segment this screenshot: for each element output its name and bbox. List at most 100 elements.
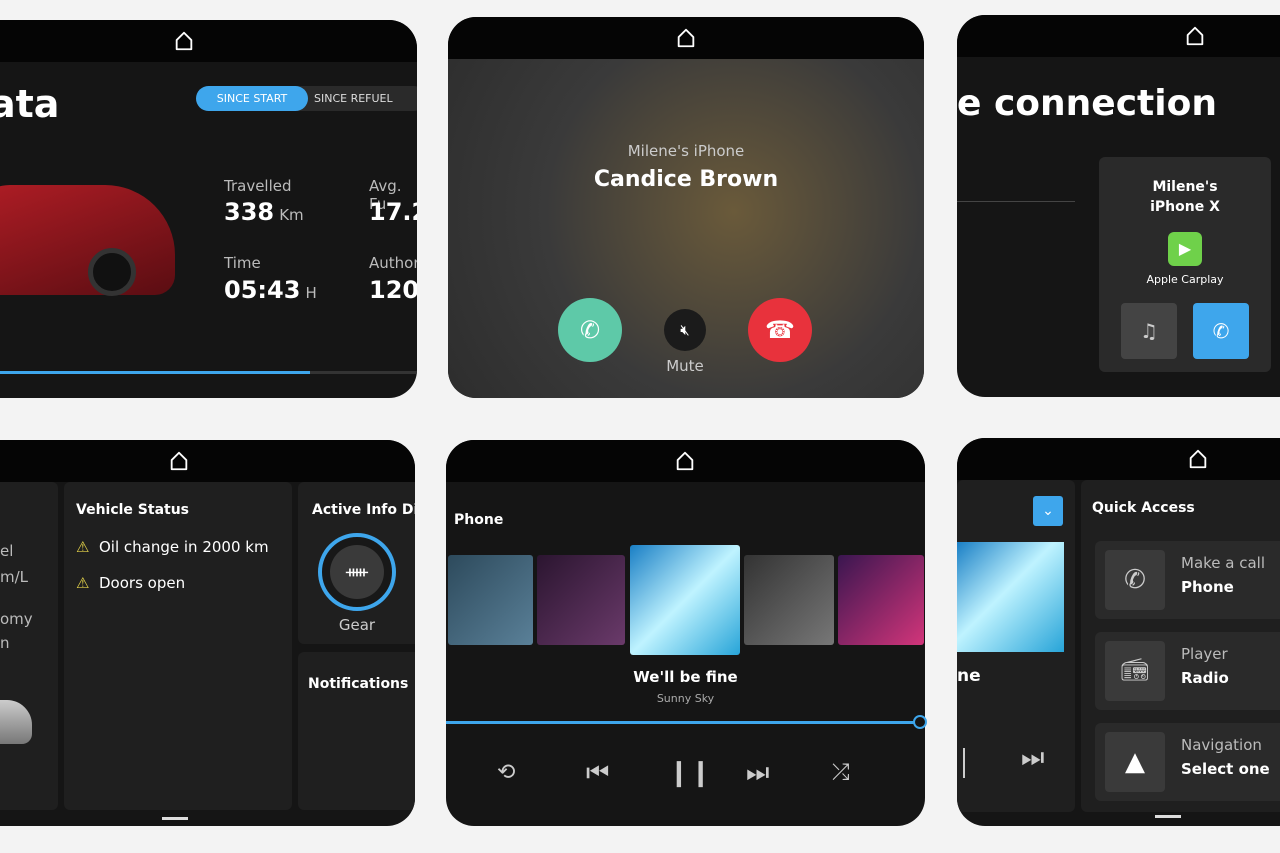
home-icon[interactable] [168,450,190,472]
partial-text: el [0,542,14,560]
trip-progress-fill [0,371,310,374]
warning-icon: ⚠ [76,574,90,592]
alert-text: Doors open [99,574,186,592]
top-bar [957,15,1280,57]
quick-item-main: Select one [1181,760,1270,778]
stat-value: 05:43 [224,276,301,304]
seek-handle[interactable] [913,715,928,729]
partial-text: omy [0,610,33,628]
home-icon[interactable] [1184,25,1206,47]
chevron-down-icon[interactable]: ⌄ [1033,496,1063,526]
divider [957,201,1075,202]
top-bar [957,438,1280,480]
gear-label: Gear [338,616,376,634]
pause-icon[interactable] [963,748,965,778]
card-title: Quick Access [1092,500,1195,516]
since-start-tab[interactable]: SINCE START [196,86,308,111]
partial-text: n [0,634,10,652]
mute-button[interactable]: 🔇︎ [664,309,706,351]
track-title: We'll be fine [633,668,738,686]
top-bar [448,17,924,59]
album-art[interactable] [744,555,834,645]
hangup-icon: ☎ [765,316,795,344]
alert-text: Oil change in 2000 km [99,538,269,556]
album-art[interactable] [448,555,533,645]
stat-label: Author [369,254,417,272]
stat-value: 17.2 [369,198,417,226]
device-name: Milene's iPhone X [1150,179,1220,215]
card-title: Notifications [308,676,409,692]
quick-item-navigation[interactable]: ▲ Navigation Select one [1095,723,1280,801]
track-title: ne [957,666,981,686]
active-info-card[interactable]: Active Info Dis ᚔ Gear [298,482,415,644]
phone-icon: ✆ [1105,550,1165,610]
period-toggle: SINCE START SINCE REFUEL [196,86,417,111]
stat-value: 338 [224,198,275,226]
home-icon[interactable] [674,450,696,472]
seek-fill [446,715,928,729]
radio-icon: 📻︎ [1105,641,1165,701]
top-bar [0,440,415,482]
quick-item-sub: Player [1181,645,1228,663]
device-name: Milene's iPhone [627,142,745,160]
dashboard-screen: el m/L omy n Vehicle Status ⚠ Oil change… [0,440,415,826]
seek-bar[interactable] [446,715,928,729]
navigation-arrow-icon: ▲ [1105,732,1165,792]
card-title: Vehicle Status [76,502,190,518]
trip-progress-bar [0,371,417,374]
quick-item-phone[interactable]: ✆ Make a call Phone [1095,541,1280,619]
home-icon[interactable] [1187,448,1209,470]
page-indicator [1155,815,1181,818]
quick-item-radio[interactable]: 📻︎ Player Radio [1095,632,1280,710]
stat-unit: Km [279,206,304,224]
incoming-call-screen: Milene's iPhone Candice Brown ✆ 🔇︎ Mute … [448,17,924,398]
album-art[interactable] [838,555,924,645]
phone-button[interactable]: ✆ [1193,303,1249,359]
mute-label: Mute [666,357,704,375]
trip-summary-card[interactable]: el m/L omy n [0,482,58,810]
car-wheel [88,248,136,296]
speaker-muted-icon: 🔇︎ [680,321,690,339]
album-art[interactable] [537,555,625,645]
answer-button[interactable]: ✆ [558,298,622,362]
gear-indicator: ᚔ [318,533,396,611]
quick-item-sub: Navigation [1181,736,1262,754]
notifications-card[interactable]: Notifications [298,652,415,810]
hangup-button[interactable]: ☎ [748,298,812,362]
previous-icon[interactable]: ⏮︎ [586,758,609,789]
gear-shift-icon: ᚔ [330,545,384,599]
next-icon[interactable]: ⏭︎ [1021,743,1044,774]
phone-icon: ✆ [1212,319,1230,343]
quick-item-main: Radio [1181,669,1229,687]
since-refuel-tab[interactable]: SINCE REFUEL [314,86,417,111]
phone-icon: ✆ [579,316,601,344]
album-art-current[interactable] [630,545,740,655]
connection-screen: e connection Milene's iPhone X ▶ Apple C… [957,15,1280,397]
vehicle-status-card[interactable]: Vehicle Status ⚠ Oil change in 2000 km ⚠… [64,482,292,810]
music-button[interactable]: ♫ [1121,303,1177,359]
stat-unit: H [305,284,317,302]
caller-name: Candice Brown [593,167,779,192]
service-label: Apple Carplay [1146,273,1224,286]
stat-value: 120 [369,276,417,304]
home-icon[interactable] [173,30,195,52]
device-card[interactable]: Milene's iPhone X ▶ Apple Carplay ♫ ✆ [1099,157,1271,372]
quick-item-sub: Make a call [1181,554,1266,572]
album-art[interactable] [957,542,1064,652]
trip-data-screen: ata SINCE START SINCE REFUEL Travelled 3… [0,20,417,398]
repeat-icon[interactable]: ⟲ [497,760,515,785]
partial-text: m/L [0,568,29,586]
pause-icon[interactable]: ❙❙ [668,758,712,788]
top-bar [0,20,417,62]
home-icon[interactable] [675,27,697,49]
warning-icon: ⚠ [76,538,90,556]
next-icon[interactable]: ⏭︎ [746,758,769,789]
top-bar [446,440,925,482]
track-artist: Sunny Sky [656,692,715,705]
quick-item-main: Phone [1181,578,1234,596]
page-title: ata [0,82,60,126]
music-note-icon: ♫ [1140,319,1158,343]
page-title: e connection [957,83,1217,124]
shuffle-icon[interactable]: ⤮ [832,760,850,785]
source-label: Phone [454,512,504,528]
